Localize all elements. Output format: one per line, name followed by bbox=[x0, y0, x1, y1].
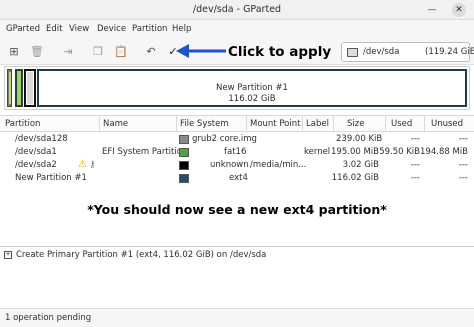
partition-table: Partition Name File System Mount Point L… bbox=[0, 115, 474, 245]
cell-unused: --- bbox=[458, 134, 468, 144]
status-bar: 1 operation pending bbox=[0, 308, 474, 327]
column-header-unused[interactable]: Unused bbox=[431, 119, 463, 129]
menu-bar: GParted Edit View Device Partition Help bbox=[0, 20, 474, 39]
minimize-icon[interactable]: — bbox=[425, 3, 439, 17]
warning-icon: ⚠ bbox=[78, 159, 87, 170]
fs-color-swatch bbox=[179, 135, 189, 144]
cell-fs: fat16 bbox=[224, 147, 247, 157]
table-row[interactable]: /dev/sda2 ⚠ ⚷ unknown /media/min... 3.02… bbox=[0, 159, 474, 172]
cell-partition: New Partition #1 bbox=[15, 173, 87, 183]
cell-fs: unknown bbox=[210, 160, 249, 170]
cell-used: --- bbox=[410, 160, 420, 170]
cell-size: 195.00 MiB bbox=[331, 147, 379, 157]
cell-unused: --- bbox=[458, 173, 468, 183]
cell-size: 116.02 GiB bbox=[331, 173, 379, 183]
table-row[interactable]: New Partition #1 ext4 116.02 GiB --- --- bbox=[0, 172, 474, 185]
device-size: (119.24 GiE bbox=[425, 47, 474, 57]
table-row[interactable]: /dev/sda1 EFI System Partition fat16 ker… bbox=[0, 146, 474, 159]
copy-icon[interactable]: ❐ bbox=[90, 44, 106, 60]
status-text: 1 operation pending bbox=[5, 313, 92, 323]
cell-partition: /dev/sda1 bbox=[15, 147, 57, 157]
disk-icon bbox=[347, 48, 358, 57]
pending-operations-pane: + Create Primary Partition #1 (ext4, 116… bbox=[0, 246, 474, 308]
annotation-arrow-icon bbox=[176, 44, 226, 58]
annotation-click-to-apply: Click to apply bbox=[228, 44, 332, 60]
undo-icon[interactable]: ↶ bbox=[143, 44, 159, 60]
menu-view[interactable]: View bbox=[69, 24, 89, 34]
cell-name: EFI System Partition bbox=[102, 147, 188, 157]
cell-partition: /dev/sda2 bbox=[15, 160, 57, 170]
close-icon[interactable]: ✕ bbox=[452, 3, 466, 17]
menu-device[interactable]: Device bbox=[97, 24, 126, 34]
cell-used: --- bbox=[410, 173, 420, 183]
cell-label: kernel bbox=[304, 147, 331, 157]
pending-operation-item[interactable]: Create Primary Partition #1 (ext4, 116.0… bbox=[16, 250, 266, 260]
create-operation-icon: + bbox=[4, 251, 12, 259]
new-partition-icon[interactable]: ⊞ bbox=[6, 44, 22, 60]
delete-icon[interactable]: 🗑 bbox=[29, 44, 45, 60]
window-title: /dev/sda - GParted bbox=[192, 4, 282, 15]
cell-partition: /dev/sda128 bbox=[15, 134, 68, 144]
device-selector[interactable]: /dev/sda (119.24 GiE bbox=[341, 42, 474, 62]
fs-color-swatch bbox=[179, 174, 189, 183]
paste-icon[interactable]: 📋 bbox=[113, 44, 129, 60]
column-header-file-system[interactable]: File System bbox=[180, 119, 229, 129]
menu-help[interactable]: Help bbox=[172, 24, 191, 34]
disk-map-segment-bios[interactable] bbox=[7, 69, 12, 107]
cell-fs: grub2 core.img bbox=[192, 134, 257, 144]
fs-color-swatch bbox=[179, 148, 189, 157]
table-header: Partition Name File System Mount Point L… bbox=[0, 116, 474, 132]
column-header-used[interactable]: Used bbox=[391, 119, 412, 129]
menu-gparted[interactable]: GParted bbox=[6, 24, 40, 34]
fs-color-swatch bbox=[179, 161, 189, 170]
column-header-label[interactable]: Label bbox=[306, 119, 329, 129]
disk-map: New Partition #1 116.02 GiB bbox=[4, 66, 470, 110]
cell-fs: ext4 bbox=[229, 173, 248, 183]
disk-map-segment-new-partition[interactable]: New Partition #1 116.02 GiB bbox=[37, 69, 467, 107]
key-icon: ⚷ bbox=[89, 160, 96, 170]
cell-size: 239.00 KiB bbox=[336, 134, 383, 144]
annotation-note: *You should now see a new ext4 partition… bbox=[87, 202, 387, 217]
cell-used: 59.50 KiB bbox=[379, 147, 420, 157]
cell-used: --- bbox=[410, 134, 420, 144]
menu-partition[interactable]: Partition bbox=[132, 24, 167, 34]
disk-map-segment-sda2[interactable] bbox=[24, 69, 36, 107]
column-header-size[interactable]: Size bbox=[347, 119, 364, 129]
title-bar: /dev/sda - GParted — ✕ bbox=[0, 0, 474, 20]
resize-move-icon[interactable]: ⇥ bbox=[60, 44, 76, 60]
table-row[interactable]: /dev/sda128 grub2 core.img 239.00 KiB --… bbox=[0, 133, 474, 146]
column-header-partition[interactable]: Partition bbox=[5, 119, 40, 129]
column-header-name[interactable]: Name bbox=[103, 119, 128, 129]
cell-unused: 194.88 MiB bbox=[420, 147, 468, 157]
disk-map-partition-size: 116.02 GiB bbox=[228, 94, 276, 104]
disk-map-partition-name: New Partition #1 bbox=[216, 83, 288, 93]
cell-unused: --- bbox=[458, 160, 468, 170]
cell-mount: /media/min... bbox=[250, 160, 307, 170]
device-name: /dev/sda bbox=[363, 47, 400, 57]
column-header-mount-point[interactable]: Mount Point bbox=[250, 119, 300, 129]
cell-size: 3.02 GiB bbox=[342, 160, 379, 170]
menu-edit[interactable]: Edit bbox=[46, 24, 62, 34]
disk-map-segment-efi[interactable] bbox=[15, 69, 23, 107]
